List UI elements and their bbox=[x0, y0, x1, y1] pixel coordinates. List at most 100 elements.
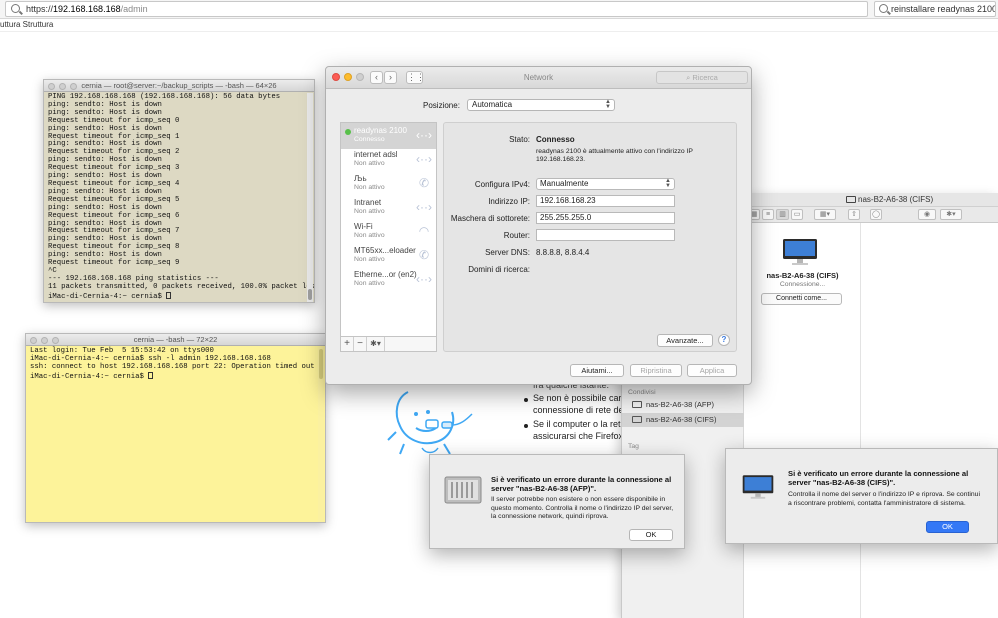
connect-as-button[interactable]: Connetti come... bbox=[761, 293, 842, 305]
view-list-icon[interactable]: ≡ bbox=[762, 209, 774, 220]
ethernet-arrows-icon: ‹··› bbox=[416, 200, 432, 214]
service-status: Connesso bbox=[354, 136, 385, 143]
service-item-ethernet-en2[interactable]: Etherne...or (en2) Non attivo ‹··› bbox=[341, 267, 436, 293]
broken-cable-illustration-icon bbox=[387, 391, 473, 455]
revert-button[interactable]: Ripristina bbox=[630, 364, 682, 377]
terminal-line: iMac-di-Cernia-4:~ cernia$ bbox=[30, 371, 321, 382]
zoom-icon[interactable] bbox=[70, 83, 77, 90]
service-item-phone[interactable]: Љь Non attivo ✆ bbox=[341, 171, 436, 197]
server-icon bbox=[444, 476, 482, 504]
service-status: Non attivo bbox=[354, 184, 385, 191]
ok-button[interactable]: OK bbox=[629, 529, 673, 541]
terminal-line: 11 packets transmitted, 0 packets receiv… bbox=[48, 282, 314, 291]
network-preferences-window: ‹ › ⋮⋮ Network ⌕ Ricerca Posizione: Auto… bbox=[325, 66, 752, 385]
phone-icon: ✆ bbox=[418, 248, 430, 262]
location-value: Automatica bbox=[472, 100, 513, 109]
url-scheme: https:// bbox=[26, 4, 54, 14]
dns-label: Server DNS: bbox=[485, 248, 530, 257]
terminal-cursor bbox=[166, 291, 172, 299]
ip-address-field[interactable]: 192.168.168.23 bbox=[536, 195, 675, 207]
tag-icon[interactable]: ◯ bbox=[870, 209, 882, 220]
location-select[interactable]: Automatica ▲ ▼ bbox=[467, 99, 615, 111]
error-text: Se il computer o la ret bbox=[533, 419, 621, 429]
service-item-intranet[interactable]: Intranet Non attivo ‹··› bbox=[341, 195, 436, 221]
error-text: connessione di rete de bbox=[533, 405, 624, 415]
ip-label: Indirizzo IP: bbox=[488, 197, 530, 206]
advanced-button[interactable]: Avanzate... bbox=[657, 334, 713, 347]
terminal-titlebar[interactable]: cernia — root@server:~/backup_scripts — … bbox=[44, 80, 314, 92]
browser-search-input[interactable]: reinstallare readynas 2100 bbox=[874, 1, 996, 17]
assist-button[interactable]: Aiutami... bbox=[570, 364, 624, 377]
gear-icon[interactable]: ✱▾ bbox=[940, 209, 962, 220]
url-bar[interactable]: https://192.168.168.168/admin bbox=[5, 1, 868, 17]
service-name: Wi-Fi bbox=[354, 222, 373, 231]
network-titlebar[interactable]: ‹ › ⋮⋮ Network ⌕ Ricerca bbox=[326, 67, 751, 89]
terminal-window-ssh: cernia — -bash — 72×22 Last login: Tue F… bbox=[25, 333, 326, 523]
browser-toolbar: https://192.168.168.168/admin reinstalla… bbox=[0, 0, 998, 19]
server-name: nas-B2-A6-38 (CIFS) bbox=[766, 271, 839, 280]
wifi-icon: ◠ bbox=[418, 224, 430, 238]
close-icon[interactable] bbox=[30, 337, 37, 344]
gear-icon[interactable]: ✱▾ bbox=[367, 337, 385, 351]
view-columns-icon[interactable]: ▥ bbox=[776, 209, 789, 220]
chevron-updown-icon: ▲ ▼ bbox=[665, 178, 671, 189]
minimize-icon[interactable] bbox=[41, 337, 48, 344]
close-icon[interactable] bbox=[48, 83, 55, 90]
ipv4-select[interactable]: Manualmente ▲ ▼ bbox=[536, 178, 675, 190]
service-item-wifi[interactable]: Wi-Fi Non attivo ◠ bbox=[341, 219, 436, 245]
eye-icon[interactable]: ◉ bbox=[918, 209, 936, 220]
view-gallery-icon[interactable]: ▭ bbox=[791, 209, 803, 220]
terminal-window-ping: cernia — root@server:~/backup_scripts — … bbox=[43, 79, 315, 303]
bookmark-item[interactable]: uttura Struttura bbox=[0, 20, 53, 29]
display-icon bbox=[846, 196, 856, 203]
subnet-label: Maschera di sottorete: bbox=[450, 214, 530, 223]
bookmarks-bar: uttura Struttura bbox=[0, 19, 998, 32]
error-text: assicurarsi che Firefox bbox=[533, 431, 624, 441]
scrollbar-thumb[interactable] bbox=[319, 349, 323, 379]
terminal-output[interactable]: PING 192.168.168.168 (192.168.168.168): … bbox=[44, 92, 314, 304]
service-item-internet-adsl[interactable]: internet adsl Non attivo ‹··› bbox=[341, 147, 436, 173]
scrollbar[interactable] bbox=[318, 347, 324, 522]
service-status: Non attivo bbox=[354, 160, 385, 167]
service-item-readynas[interactable]: readynas 2100 Connesso ‹··› bbox=[341, 123, 436, 149]
scrollbar-thumb[interactable] bbox=[308, 289, 312, 300]
search-icon bbox=[11, 4, 20, 13]
router-field[interactable] bbox=[536, 229, 675, 241]
bullet bbox=[524, 424, 528, 428]
ok-button[interactable]: OK bbox=[926, 521, 969, 533]
imac-icon bbox=[783, 239, 817, 265]
status-dot-icon bbox=[345, 129, 351, 135]
ethernet-arrows-icon: ‹··› bbox=[416, 128, 432, 142]
service-toolbar: + − ✱▾ bbox=[340, 336, 437, 352]
search-input[interactable]: ⌕ Ricerca bbox=[656, 71, 748, 84]
zoom-icon[interactable] bbox=[52, 337, 59, 344]
apply-button[interactable]: Applica bbox=[687, 364, 737, 377]
server-icon bbox=[632, 401, 642, 408]
add-service-button[interactable]: + bbox=[341, 337, 354, 351]
service-item-mt65xx[interactable]: MT65xx...eloader Non attivo ✆ bbox=[341, 243, 436, 269]
search-icon bbox=[879, 4, 888, 13]
terminal-title: cernia — -bash — 72×22 bbox=[133, 335, 218, 344]
sidebar-item-cifs[interactable]: nas-B2-A6-38 (CIFS) bbox=[622, 413, 744, 427]
scrollbar[interactable] bbox=[307, 93, 313, 302]
share-icon[interactable]: ⇧ bbox=[848, 209, 860, 220]
sidebar-item-afp[interactable]: nas-B2-A6-38 (AFP) bbox=[622, 398, 744, 412]
finder-title: nas-B2-A6-38 (CIFS) bbox=[858, 195, 934, 204]
remove-service-button[interactable]: − bbox=[354, 337, 367, 351]
service-name: Etherne...or (en2) bbox=[354, 270, 417, 279]
terminal-cursor bbox=[148, 371, 154, 379]
url-path: /admin bbox=[120, 4, 148, 14]
service-status: Non attivo bbox=[354, 256, 385, 263]
service-detail-panel: Stato: Connesso readynas 2100 è attualme… bbox=[443, 122, 737, 352]
dialog-title: Si è verificato un errore durante la con… bbox=[788, 469, 969, 487]
service-list[interactable]: readynas 2100 Connesso ‹··› internet ads… bbox=[340, 122, 437, 352]
help-button[interactable]: ? bbox=[718, 334, 730, 346]
url-host: 192.168.168.168 bbox=[53, 4, 121, 14]
connection-status: Connessione... bbox=[779, 281, 826, 288]
group-menu-icon[interactable]: ▦▾ bbox=[814, 209, 836, 220]
dialog-message: Il server potrebbe non esistere o non es… bbox=[491, 496, 674, 520]
subnet-mask-field[interactable]: 255.255.255.0 bbox=[536, 212, 675, 224]
minimize-icon[interactable] bbox=[59, 83, 66, 90]
terminal-output[interactable]: Last login: Tue Feb 5 15:53:42 on ttys00… bbox=[26, 346, 325, 384]
terminal-titlebar[interactable]: cernia — -bash — 72×22 bbox=[26, 334, 325, 346]
